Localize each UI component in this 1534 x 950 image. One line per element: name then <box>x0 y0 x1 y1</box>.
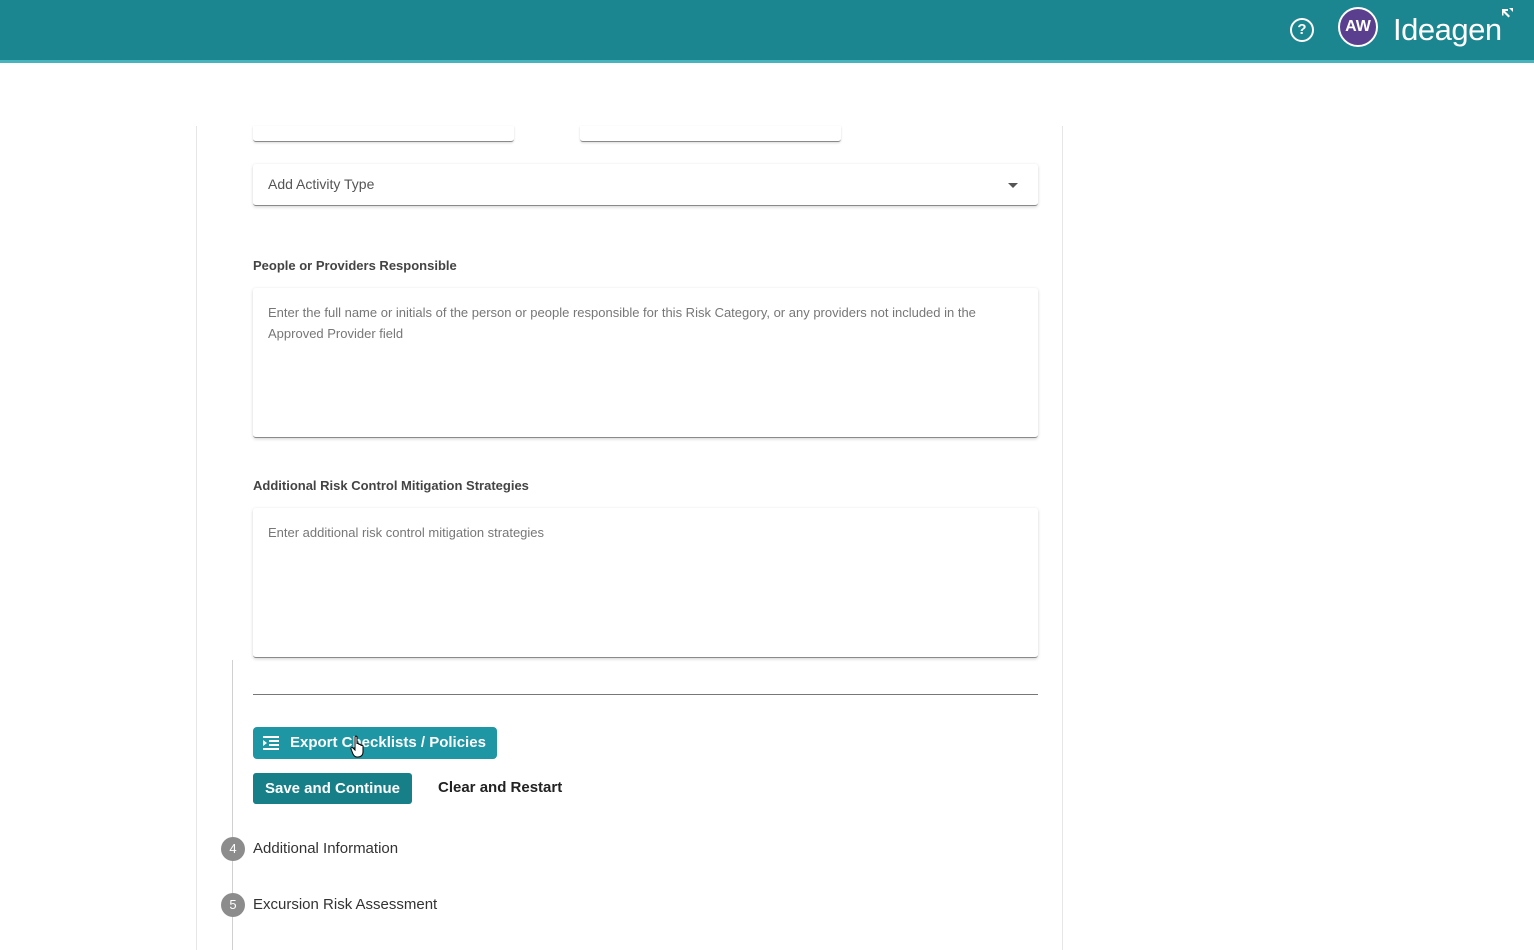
step-label: Additional Information <box>253 840 399 857</box>
export-button-label: Export Checklists / Policies <box>290 734 486 751</box>
user-avatar[interactable]: AW <box>1338 7 1378 47</box>
ideagen-logo: Ideagen <box>1393 12 1502 47</box>
section-divider <box>253 694 1038 695</box>
people-responsible-label: People or Providers Responsible <box>253 258 457 273</box>
clear-and-restart-button[interactable]: Clear and Restart <box>438 779 562 796</box>
help-icon[interactable]: ? <box>1290 18 1314 42</box>
people-responsible-textarea[interactable] <box>253 288 1038 437</box>
mitigation-strategies-label: Additional Risk Control Mitigation Strat… <box>253 478 529 493</box>
partial-field-left[interactable] <box>253 126 514 142</box>
people-responsible-field <box>253 288 1038 438</box>
activity-type-placeholder: Add Activity Type <box>268 176 375 192</box>
save-and-continue-button[interactable]: Save and Continue <box>253 773 412 804</box>
indent-list-icon <box>263 736 279 750</box>
partial-field-right[interactable] <box>580 126 841 142</box>
step-label: Excursion Risk Assessment <box>253 896 438 913</box>
top-bar-accent-line <box>0 60 1534 63</box>
export-checklists-button[interactable]: Export Checklists / Policies <box>253 727 497 759</box>
logo-arrow-icon <box>1502 8 1513 18</box>
mitigation-strategies-textarea[interactable] <box>253 508 1038 657</box>
dropdown-caret-icon <box>1008 183 1018 188</box>
hand-pointer-cursor-icon <box>350 735 364 758</box>
mitigation-strategies-field <box>253 508 1038 658</box>
step-number-badge: 4 <box>221 837 245 861</box>
step-number-badge: 5 <box>221 893 245 917</box>
add-activity-type-select[interactable]: Add Activity Type <box>253 164 1038 206</box>
